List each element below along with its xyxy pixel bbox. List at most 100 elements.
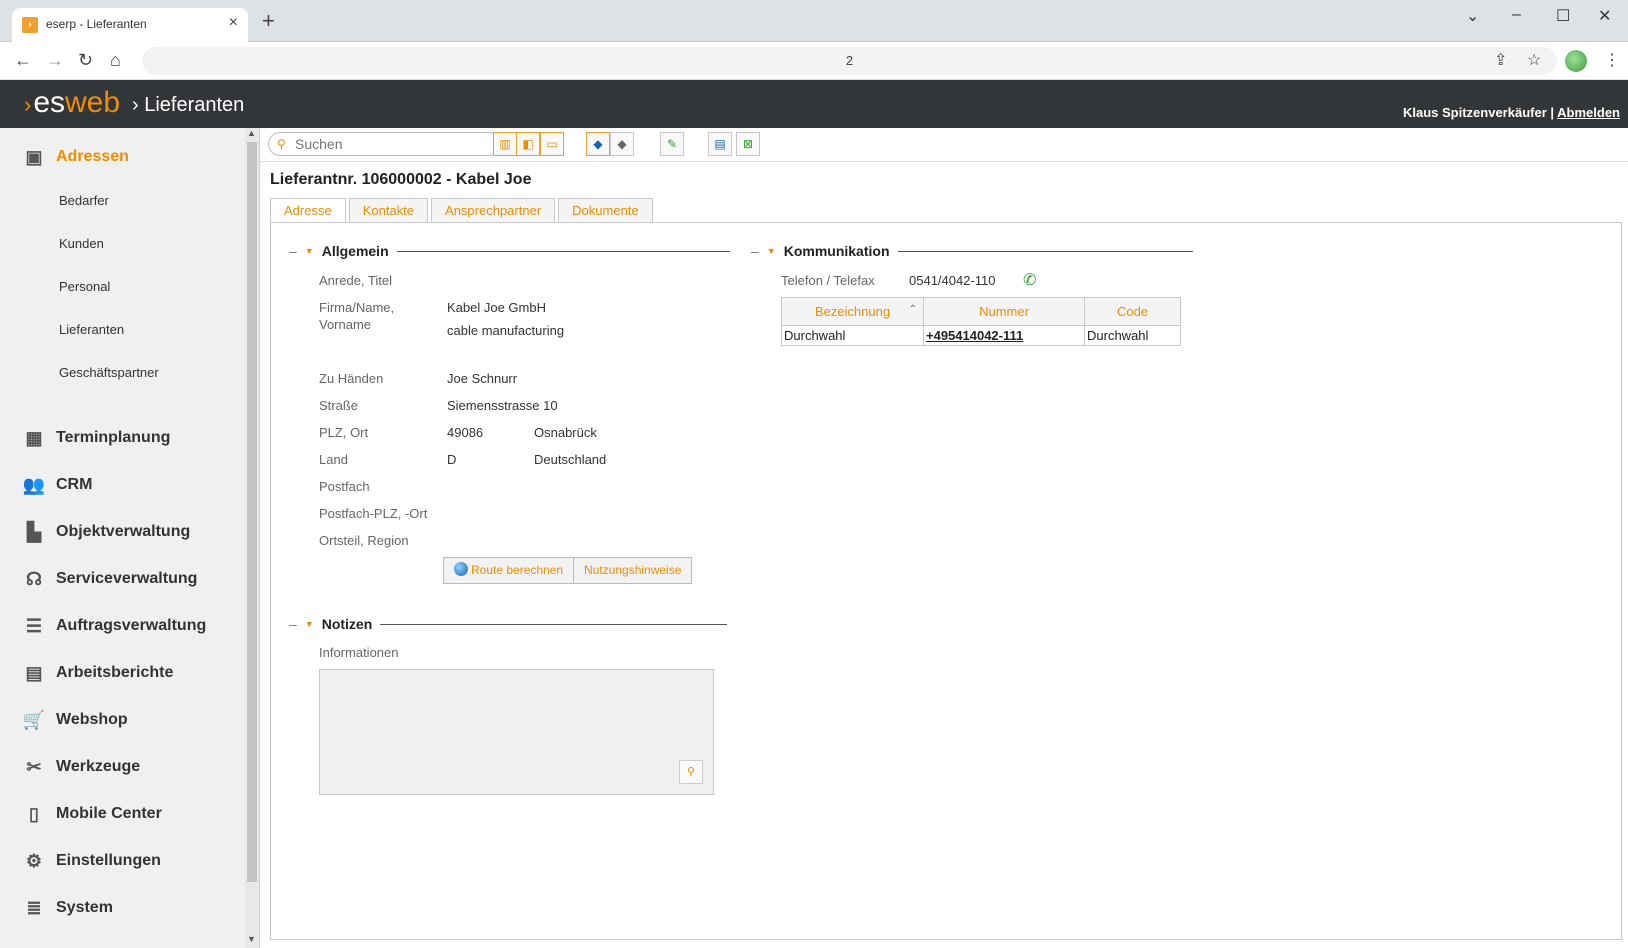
sidebar-item-adressen[interactable]: ▣ Adressen — [22, 145, 129, 169]
sidebar: ▣ Adressen Bedarfer Kunden Personal Lief… — [0, 128, 260, 948]
sidebar-item-geschaeftspartner[interactable]: Geschäftspartner — [59, 365, 159, 380]
scrollbar-thumb[interactable] — [247, 142, 257, 882]
back-icon[interactable]: ← — [14, 50, 32, 70]
sidebar-item-lieferanten[interactable]: Lieferanten — [59, 322, 124, 337]
tab-adresse[interactable]: Adresse — [270, 198, 346, 223]
person-remove-icon[interactable]: ◆ — [610, 132, 634, 156]
logout-link[interactable]: Abmelden — [1557, 105, 1620, 120]
collapse-icon: – — [289, 243, 297, 259]
sidebar-scrollbar[interactable]: ▲ ▼ — [245, 128, 259, 948]
menu-kebab-icon[interactable]: ⋮ — [1604, 50, 1620, 70]
notes-textarea[interactable]: ⚲ — [319, 669, 714, 795]
triangle-down-icon: ▼ — [766, 246, 776, 256]
address-book-icon: ▣ — [25, 146, 43, 167]
vorname-label: Vorname — [319, 317, 372, 332]
cell-nummer-link[interactable]: +495414042-111 — [923, 325, 1085, 346]
scroll-up-icon[interactable]: ▲ — [247, 128, 256, 138]
phone-call-icon[interactable]: ✆ — [1023, 270, 1036, 290]
url-text: 2 — [845, 53, 854, 68]
sort-up-icon: ⌃ — [908, 304, 917, 315]
bookmark-star-icon[interactable]: ☆ — [1527, 50, 1541, 70]
shopping-cart-icon: 🛒 — [22, 709, 46, 730]
scroll-down-icon[interactable]: ▼ — [247, 934, 256, 944]
zoom-icon[interactable]: ⚲ — [679, 760, 703, 784]
tab-search-chevron-icon[interactable]: ⌄ — [1466, 6, 1479, 26]
new-tab-icon[interactable]: + — [262, 10, 275, 32]
sidebar-item-label: Adressen — [56, 148, 129, 165]
tab-kontakte[interactable]: Kontakte — [348, 198, 429, 222]
share-icon[interactable]: ⇪ — [1494, 50, 1507, 70]
minimize-icon[interactable]: – — [1512, 6, 1521, 24]
database-icon: ≣ — [26, 897, 42, 918]
main-content: ⚲ ▥ ◧ ▭ ◆ ◆ ✎ ▤ ⊠ Lieferantnr. 106000002… — [260, 128, 1628, 948]
sidebar-item-auftragsverwaltung[interactable]: ☰ Auftragsverwaltung — [22, 614, 206, 638]
route-button[interactable]: Route berechnen — [443, 557, 575, 584]
hints-button[interactable]: Nutzungshinweise — [573, 557, 693, 584]
section-kommunikation-header[interactable]: – ▼ Kommunikation — [751, 243, 1193, 259]
column-nummer[interactable]: Nummer — [923, 297, 1085, 326]
land-label: Land — [319, 452, 348, 467]
reload-icon[interactable]: ↻ — [78, 50, 93, 70]
sidebar-item-terminplanung[interactable]: ▦ Terminplanung — [22, 426, 170, 450]
zuhaenden-label: Zu Händen — [319, 371, 384, 386]
communication-table: Bezeichnung ⌃ Nummer Code Durchwahl +4954… — [781, 297, 1181, 346]
people-icon: 👥 — [22, 474, 46, 495]
sidebar-item-crm[interactable]: 👥 CRM — [22, 473, 93, 497]
mobile-phone-icon: ▯ — [29, 803, 39, 824]
sidebar-item-objektverwaltung[interactable]: ▙ Objektverwaltung — [22, 520, 190, 544]
close-tab-icon[interactable]: × — [229, 14, 238, 32]
column-bezeichnung[interactable]: Bezeichnung ⌃ — [781, 297, 924, 326]
person-add-icon[interactable]: ◆ — [586, 132, 610, 156]
telefon-label: Telefon / Telefax — [781, 273, 875, 288]
tab-ansprechpartner[interactable]: Ansprechpartner — [431, 198, 556, 222]
calendar-icon: ▦ — [25, 427, 43, 448]
sidebar-item-arbeitsberichte[interactable]: ▤ Arbeitsberichte — [22, 661, 173, 685]
sidebar-item-label: Mobile Center — [56, 805, 162, 822]
maximize-icon[interactable]: ☐ — [1556, 6, 1570, 26]
sidebar-item-kunden[interactable]: Kunden — [59, 236, 104, 251]
sidebar-item-label: Einstellungen — [56, 852, 161, 869]
globe-icon — [454, 562, 468, 576]
sidebar-item-werkzeuge[interactable]: ✂ Werkzeuge — [22, 755, 140, 779]
column-code[interactable]: Code — [1084, 297, 1181, 326]
list-view-icon[interactable]: ▥ — [493, 132, 517, 156]
section-notizen-header[interactable]: – ▼ Notizen — [289, 616, 728, 632]
browser-tab[interactable]: › eserp - Lieferanten × — [12, 8, 248, 42]
sidebar-item-personal[interactable]: Personal — [59, 279, 110, 294]
section-rule — [897, 250, 1193, 252]
triangle-down-icon: ▼ — [304, 619, 314, 629]
list-icon: ☰ — [25, 615, 43, 636]
detail-view-icon[interactable]: ◧ — [516, 132, 540, 156]
firma-label: Firma/Name, — [319, 300, 395, 315]
close-window-icon[interactable]: ✕ — [1598, 6, 1611, 26]
search-input[interactable] — [295, 136, 495, 152]
sidebar-item-webshop[interactable]: 🛒 Webshop — [22, 708, 128, 732]
section-rule — [396, 250, 730, 252]
report-icon[interactable]: ▤ — [708, 132, 732, 156]
sidebar-item-bedarfer[interactable]: Bedarfer — [59, 193, 109, 208]
informationen-label: Informationen — [319, 645, 399, 660]
postfach-plz-label: Postfach-PLZ, -Ort — [319, 506, 428, 521]
sidebar-item-serviceverwaltung[interactable]: ☊ Serviceverwaltung — [22, 567, 197, 591]
sidebar-item-label: Auftragsverwaltung — [56, 617, 207, 634]
sidebar-item-mobile-center[interactable]: ▯ Mobile Center — [22, 802, 162, 826]
address-bar[interactable]: 2 — [142, 47, 1557, 75]
land-code: D — [447, 452, 457, 467]
tab-dokumente[interactable]: Dokumente — [558, 198, 653, 222]
profile-avatar[interactable] — [1565, 50, 1587, 72]
excel-export-icon[interactable]: ⊠ — [736, 132, 760, 156]
sidebar-item-label: Objektverwaltung — [56, 523, 191, 540]
breadcrumb-current: Lieferanten — [144, 94, 245, 116]
forward-icon[interactable]: → — [46, 50, 64, 70]
folder-icon[interactable]: ▭ — [540, 132, 564, 156]
sidebar-item-system[interactable]: ≣ System — [22, 896, 112, 920]
esweb-logo[interactable]: ›esweb — [24, 88, 120, 120]
triangle-down-icon: ▼ — [304, 246, 314, 256]
search-box[interactable]: ⚲ — [268, 132, 500, 156]
table-row[interactable]: Durchwahl +495414042-111 Durchwahl — [781, 325, 1181, 346]
edit-icon[interactable]: ✎ — [660, 132, 684, 156]
section-allgemein-header[interactable]: – ▼ Allgemein — [289, 243, 730, 259]
record-tabs: Adresse Kontakte Ansprechpartner Dokumen… — [270, 198, 656, 223]
home-icon[interactable]: ⌂ — [110, 50, 121, 70]
sidebar-item-einstellungen[interactable]: ⚙ Einstellungen — [22, 849, 161, 873]
